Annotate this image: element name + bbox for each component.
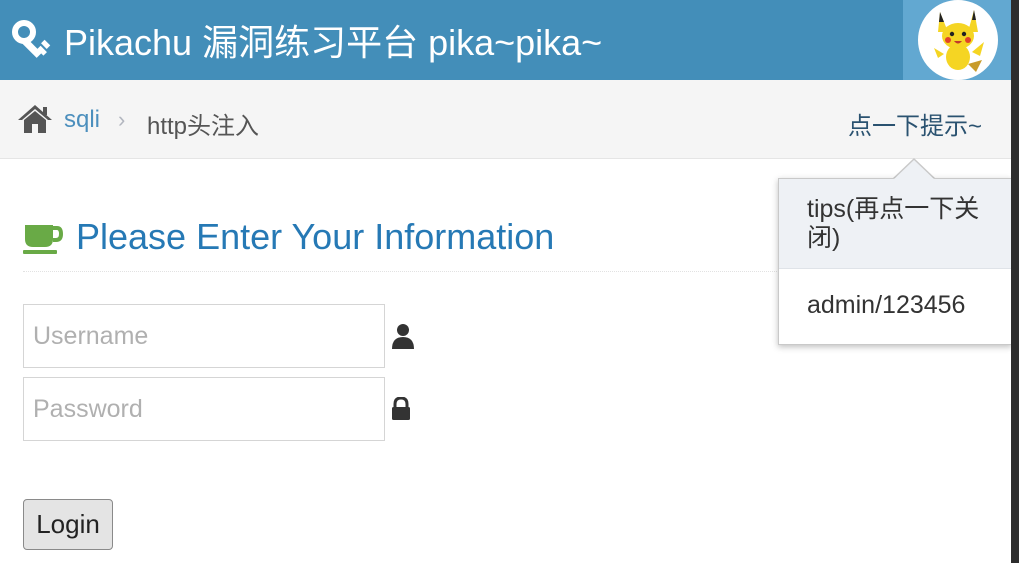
chevron-right-icon: › — [118, 107, 126, 132]
page: Pikachu 漏洞练习平台 pika~pika~ sqli › http头注入… — [0, 0, 1019, 563]
lock-icon — [392, 397, 410, 420]
home-icon[interactable] — [17, 104, 53, 134]
login-button[interactable]: Login — [23, 499, 113, 550]
breadcrumb: sqli › http头注入 点一下提示~ — [0, 80, 1011, 159]
breadcrumb-link-sqli[interactable]: sqli — [64, 106, 100, 134]
popover-content: admin/123456 — [807, 291, 966, 319]
popover-title: tips(再点一下关闭) — [779, 179, 1011, 269]
brand-link[interactable]: Pikachu 漏洞练习平台 pika~pika~ — [12, 0, 602, 80]
top-navbar: Pikachu 漏洞练习平台 pika~pika~ — [0, 0, 1011, 80]
pikachu-icon — [920, 2, 996, 78]
show-tips-link[interactable]: 点一下提示~ — [848, 106, 982, 141]
brand-title: Pikachu 漏洞练习平台 pika~pika~ — [64, 22, 603, 63]
page-title: Please Enter Your Information — [76, 216, 555, 257]
username-field-wrapper — [23, 304, 385, 368]
breadcrumb-current: http头注入 — [147, 113, 260, 140]
popover-arrow-inner — [893, 160, 935, 180]
user-avatar-area[interactable] — [903, 0, 1011, 80]
window-edge — [1011, 0, 1019, 563]
user-icon — [392, 324, 414, 349]
key-icon — [12, 20, 51, 58]
coffee-cup-icon — [23, 225, 63, 254]
password-field-wrapper — [23, 377, 385, 441]
password-input[interactable] — [24, 378, 384, 440]
tips-popover[interactable]: tips(再点一下关闭) admin/123456 — [778, 178, 1012, 345]
pikachu-avatar[interactable] — [918, 0, 998, 80]
username-input[interactable] — [24, 305, 384, 367]
